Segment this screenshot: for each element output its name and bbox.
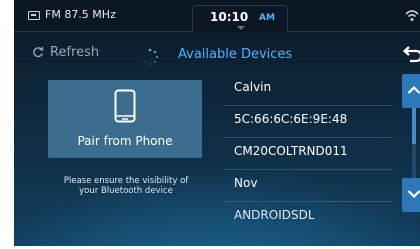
device-list-item[interactable]: CM20COLTRND011 <box>224 138 392 170</box>
refresh-icon <box>33 46 44 58</box>
wifi-icon <box>404 8 420 24</box>
device-name: CM20COLTRND011 <box>234 144 348 158</box>
clock-dropdown-icon <box>237 26 245 30</box>
pair-from-phone-label: Pair from Phone <box>77 134 173 148</box>
loading-spinner-icon <box>141 48 159 66</box>
visibility-note: Please ensure the visibility of your Blu… <box>63 176 189 196</box>
chevron-down-icon <box>407 190 420 199</box>
radio-source-icon <box>28 11 40 20</box>
device-list: Calvin 5C:66:6C:6E:9E:48 CM20COLTRND011 … <box>224 74 392 234</box>
back-arrow-icon[interactable] <box>400 44 420 64</box>
refresh-button[interactable]: Refresh <box>32 42 99 62</box>
page-title: Available Devices <box>178 47 293 62</box>
status-bar: FM 87.5 MHz 10:10 AM <box>14 0 420 32</box>
device-name: ANDROIDSDL <box>234 208 315 222</box>
device-list-item[interactable]: 5C:66:6C:6E:9E:48 <box>224 106 392 138</box>
refresh-label: Refresh <box>50 44 100 60</box>
pair-from-phone-button[interactable]: Pair from Phone <box>48 80 202 158</box>
scrollbar-thumb[interactable] <box>412 108 416 144</box>
phone-icon <box>114 89 136 123</box>
clock-time: 10:10 <box>210 10 249 24</box>
scroll-down-button[interactable] <box>402 178 420 212</box>
device-list-item[interactable]: Calvin <box>224 74 392 106</box>
device-list-item[interactable]: ANDROIDSDL <box>224 202 392 234</box>
chevron-up-icon <box>407 85 420 94</box>
device-name: 5C:66:6C:6E:9E:48 <box>234 112 348 126</box>
scroll-up-button[interactable] <box>402 74 420 108</box>
device-name: Nov <box>234 176 258 190</box>
clock-ampm: AM <box>259 13 275 23</box>
radio-station-label[interactable]: FM 87.5 MHz <box>45 8 116 21</box>
device-list-item[interactable]: Nov <box>224 170 392 202</box>
device-name: Calvin <box>234 80 272 94</box>
infotainment-screen: FM 87.5 MHz 10:10 AM Refresh Available D… <box>14 0 420 246</box>
